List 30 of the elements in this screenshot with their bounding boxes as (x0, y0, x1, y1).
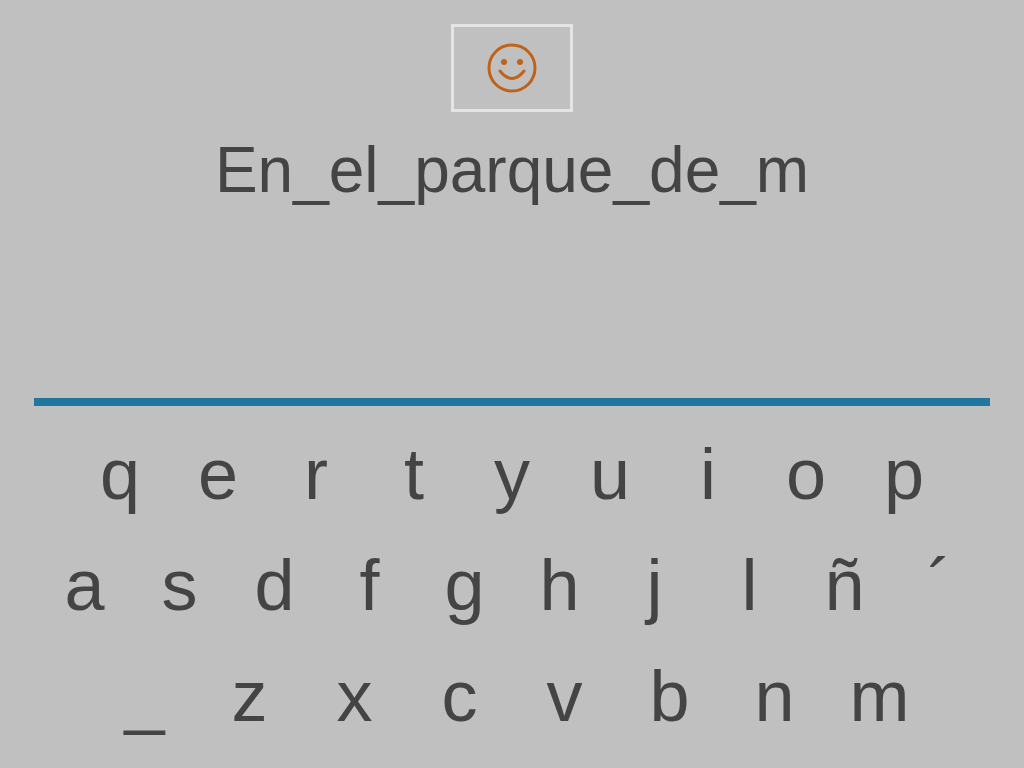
key-button[interactable]: h (512, 536, 607, 633)
key-button[interactable]: b (617, 647, 722, 744)
smiley-icon (486, 42, 538, 94)
key-button[interactable]: a (37, 536, 132, 633)
key-button[interactable]: d (227, 536, 322, 633)
key-button[interactable]: p (855, 425, 953, 522)
key-button[interactable]: ñ (797, 536, 892, 633)
key-button[interactable]: t (365, 425, 463, 522)
key-button[interactable]: g (417, 536, 512, 633)
key-button[interactable]: n (722, 647, 827, 744)
key-button[interactable]: q (71, 425, 169, 522)
smiley-button[interactable] (451, 24, 573, 112)
key-button[interactable]: o (757, 425, 855, 522)
key-button[interactable]: l (702, 536, 797, 633)
key-button[interactable]: y (463, 425, 561, 522)
key-button[interactable]: u (561, 425, 659, 522)
key-button[interactable]: z (197, 647, 302, 744)
key-button[interactable]: j (607, 536, 702, 633)
key-button[interactable]: r (267, 425, 365, 522)
key-button[interactable]: f (322, 536, 417, 633)
key-button[interactable]: ´ (892, 536, 987, 633)
key-button[interactable]: x (302, 647, 407, 744)
key-button[interactable]: s (132, 536, 227, 633)
key-button[interactable]: m (827, 647, 932, 744)
key-button[interactable]: e (169, 425, 267, 522)
key-button[interactable]: c (407, 647, 512, 744)
phrase-text: En_el_parque_de_m (214, 133, 810, 208)
key-button[interactable]: v (512, 647, 617, 744)
key-button[interactable]: _ (92, 647, 197, 744)
key-button[interactable]: i (659, 425, 757, 522)
